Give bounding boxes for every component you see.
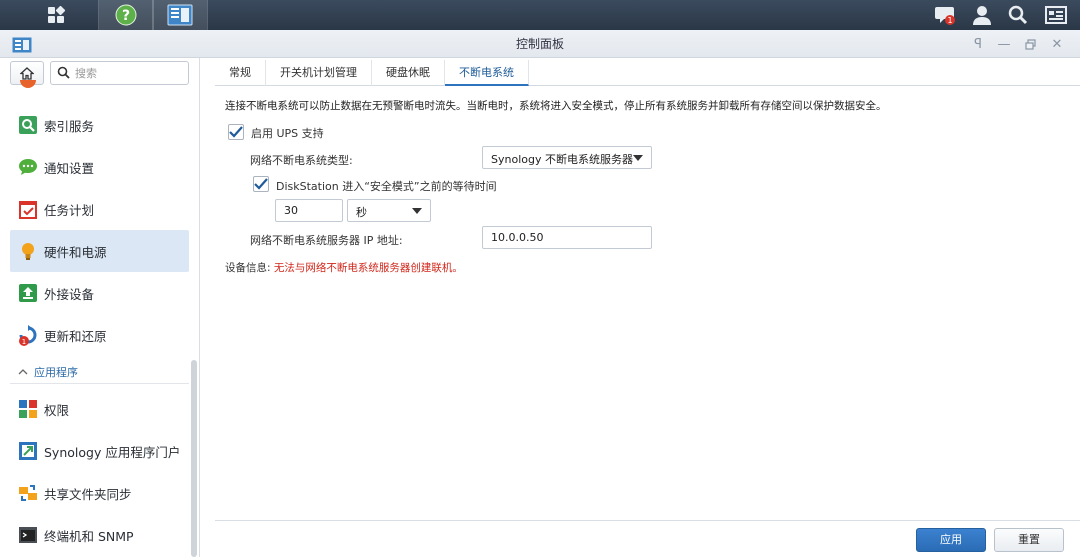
ups-type-value: Synology 不断电系统服务器 [491, 153, 633, 166]
device-info-key: 设备信息: [225, 262, 271, 274]
help-icon: ? [115, 4, 137, 26]
upload-box-icon [18, 283, 38, 303]
section-header-applications[interactable]: 应用程序 [10, 360, 189, 384]
ups-description: 连接不断电系统可以防止数据在无预警断电时流失。当断电时，系统将进入安全模式，停止… [225, 100, 887, 112]
main-panel: 常规 开关机计划管理 硬盘休眠 不断电系统 连接不断电系统可以防止数据在无预警断… [200, 58, 1080, 557]
close-button[interactable]: ✕ [1049, 36, 1065, 52]
search-taskbar-button[interactable] [1000, 0, 1036, 30]
user-icon [973, 6, 991, 25]
taskbar: ? 1 [0, 0, 1080, 30]
lightbulb-icon [18, 241, 38, 261]
chat-bubble-icon: 1 [935, 7, 955, 25]
clipped-item-icon [18, 80, 58, 90]
help-window-button[interactable]: ꟼ [970, 36, 986, 52]
control-panel-icon [167, 4, 193, 26]
sidebar: 索引服务 通知设置 任务计划 硬件和电源 外接设备 1 更新和还原 应用程序 [0, 58, 200, 557]
sidebar-item-label: 硬件和电源 [44, 244, 107, 260]
footer-bar: 应用 重置 [215, 520, 1080, 557]
search-input[interactable] [75, 65, 183, 81]
notification-badge-count: 1 [947, 16, 952, 25]
tab-bar: 常规 开关机计划管理 硬盘休眠 不断电系统 [215, 60, 1080, 86]
sidebar-item-hardware-power[interactable]: 硬件和电源 [10, 230, 189, 272]
sidebar-item-label: 共享文件夹同步 [44, 486, 132, 502]
notifications-button[interactable]: 1 [928, 0, 964, 30]
main-menu-button[interactable] [28, 0, 84, 30]
sidebar-item-notifications[interactable]: 通知设置 [10, 146, 189, 188]
speech-bubble-icon [18, 157, 38, 177]
tab-hdd-hibernation[interactable]: 硬盘休眠 [372, 60, 445, 86]
user-button[interactable] [964, 0, 1000, 30]
portal-arrow-icon [18, 441, 38, 461]
dropdown-arrow-icon [633, 155, 643, 161]
ups-type-label: 网络不断电系统类型: [250, 154, 353, 167]
sidebar-item-label: 外接设备 [44, 286, 95, 302]
sidebar-item-label: 索引服务 [44, 118, 95, 134]
apply-button[interactable]: 应用 [916, 528, 986, 552]
control-panel-taskbar-button[interactable] [152, 0, 208, 30]
privileges-grid-icon [18, 399, 38, 419]
sidebar-item-app-portal[interactable]: Synology 应用程序门户 [10, 430, 189, 472]
enable-ups-label: 启用 UPS 支持 [251, 127, 324, 140]
sidebar-item-label: 通知设置 [44, 160, 95, 176]
enable-ups-checkbox[interactable] [228, 124, 244, 140]
checkmark-icon [229, 126, 243, 138]
sidebar-item-update-restore[interactable]: 1 更新和还原 [10, 314, 189, 356]
device-info-value: 无法与网络不断电系统服务器创建联机。 [273, 262, 463, 274]
widgets-icon [1045, 6, 1067, 24]
ups-ip-input[interactable] [482, 226, 652, 249]
ups-ip-label: 网络不断电系统服务器 IP 地址: [250, 234, 403, 247]
restore-icon [1024, 38, 1036, 50]
pin-icon: ꟼ [974, 36, 982, 52]
update-badge: 1 [22, 338, 26, 346]
checkmark-icon [254, 178, 268, 190]
search-icon [57, 66, 70, 79]
dropdown-arrow-icon [412, 208, 422, 214]
minimize-icon: — [997, 36, 1011, 52]
window-titlebar[interactable]: 控制面板 ꟼ — ✕ [0, 30, 1080, 58]
sidebar-item-indexing[interactable]: 索引服务 [10, 104, 189, 146]
sidebar-item-task-scheduler[interactable]: 任务计划 [10, 188, 189, 230]
partial-icon [20, 80, 36, 88]
ups-type-select[interactable]: Synology 不断电系统服务器 [482, 146, 652, 169]
help-button[interactable]: ? [98, 0, 154, 30]
refresh-icon: 1 [18, 325, 38, 346]
tab-power-schedule[interactable]: 开关机计划管理 [266, 60, 372, 86]
magnifier-icon [18, 115, 38, 135]
section-label: 应用程序 [34, 365, 78, 379]
sidebar-item-label: 权限 [44, 402, 70, 418]
sidebar-item-terminal-snmp[interactable]: 终端机和 SNMP [10, 514, 189, 556]
search-field[interactable] [50, 61, 189, 85]
wait-unit-value: 秒 [356, 206, 367, 219]
grid-icon [48, 6, 65, 23]
calendar-check-icon [18, 199, 38, 219]
wait-time-label: DiskStation 进入“安全模式”之前的等待时间 [276, 180, 497, 193]
minimize-button[interactable]: — [996, 36, 1012, 52]
folder-sync-icon [18, 483, 38, 503]
sidebar-item-label: 更新和还原 [44, 328, 107, 344]
search-icon [1008, 5, 1028, 25]
sidebar-item-label: 终端机和 SNMP [44, 528, 134, 544]
tab-ups[interactable]: 不断电系统 [445, 60, 529, 86]
reset-button[interactable]: 重置 [994, 528, 1064, 552]
sidebar-item-label: Synology 应用程序门户 [44, 444, 181, 460]
terminal-icon [18, 525, 38, 545]
home-icon [20, 66, 34, 80]
sidebar-item-label: 任务计划 [44, 202, 95, 218]
tab-general[interactable]: 常规 [215, 60, 266, 86]
wait-time-checkbox[interactable] [253, 176, 269, 192]
sidebar-item-privileges[interactable]: 权限 [10, 388, 189, 430]
widgets-button[interactable] [1038, 0, 1074, 30]
window-title: 控制面板 [515, 37, 564, 51]
wait-unit-select[interactable]: 秒 [347, 199, 431, 222]
close-icon: ✕ [1051, 36, 1063, 52]
sidebar-scrollbar[interactable] [191, 360, 197, 557]
chevron-up-icon [18, 369, 28, 375]
sidebar-item-shared-folder-sync[interactable]: 共享文件夹同步 [10, 472, 189, 514]
sidebar-item-external-devices[interactable]: 外接设备 [10, 272, 189, 314]
svg-text:?: ? [122, 8, 130, 24]
maximize-button[interactable] [1022, 36, 1038, 52]
wait-time-input[interactable] [275, 199, 343, 222]
device-info-status: 设备信息: 无法与网络不断电系统服务器创建联机。 [225, 260, 463, 275]
